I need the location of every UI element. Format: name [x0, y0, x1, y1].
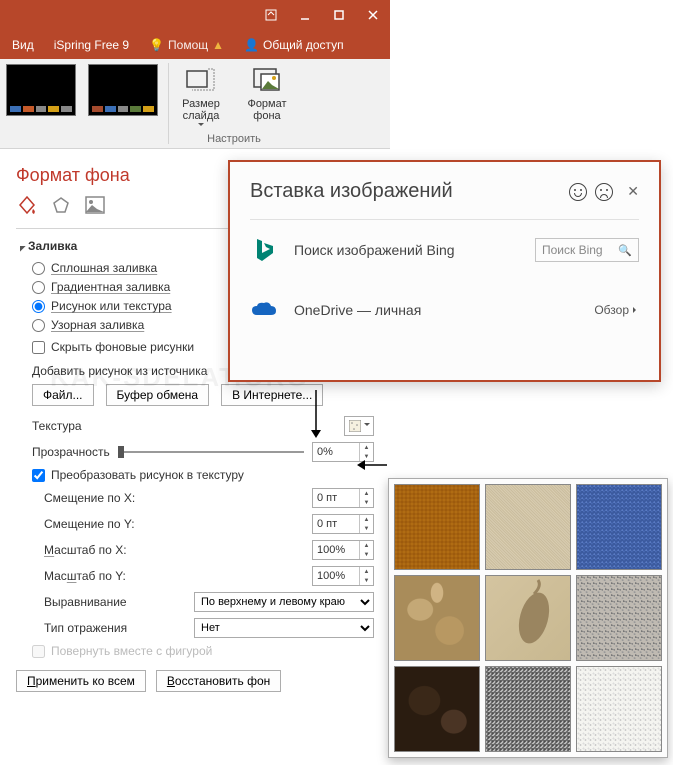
- chevron-down-icon: [198, 123, 204, 129]
- bing-label[interactable]: Поиск изображений Bing: [294, 242, 535, 258]
- tab-ispring[interactable]: iSpring Free 9: [54, 38, 129, 52]
- minimize-icon[interactable]: [288, 0, 322, 30]
- apply-all-button[interactable]: Применить ко всем: [16, 670, 146, 692]
- ribbon-group-customize: Размер слайда Формат фона Настроить: [173, 59, 295, 148]
- checkbox-rotate: Повернуть вместе с фигурой: [32, 644, 374, 658]
- scale-x-label: Масштаб по X:: [44, 543, 312, 557]
- smile-icon[interactable]: [569, 183, 587, 201]
- theme-thumb-2[interactable]: [82, 59, 164, 148]
- ribbon-group-label: Настроить: [207, 133, 261, 147]
- sad-icon[interactable]: [595, 183, 613, 201]
- texture-picker-button[interactable]: [344, 416, 374, 436]
- ribbon-toggle-icon[interactable]: [254, 0, 288, 30]
- chevron-down-icon: [364, 423, 370, 429]
- bing-search-input[interactable]: Поиск Bing🔍: [535, 238, 639, 262]
- bing-row: Поиск изображений Bing Поиск Bing🔍: [250, 220, 639, 280]
- caret-icon: [14, 240, 25, 251]
- texture-label: Текстура: [32, 419, 344, 433]
- texture-swatch[interactable]: [576, 484, 662, 570]
- insert-pictures-dialog: Вставка изображений ✕ Поиск изображений …: [228, 160, 661, 382]
- texture-icon: [349, 420, 361, 432]
- checkbox-tile[interactable]: Преобразовать рисунок в текстуру: [32, 468, 374, 482]
- bg-format-button[interactable]: Формат фона: [239, 64, 295, 129]
- onedrive-label[interactable]: OneDrive — личная: [294, 302, 594, 318]
- theme-thumb-1[interactable]: [0, 59, 82, 148]
- transparency-label: Прозрачность: [32, 445, 110, 459]
- mirror-select[interactable]: Нет: [194, 618, 374, 638]
- align-label: Выравнивание: [44, 595, 194, 609]
- ribbon-separator: [168, 63, 169, 144]
- offset-x-input[interactable]: 0 пт▲▼: [312, 488, 374, 508]
- title-bar: [0, 0, 390, 30]
- offset-x-label: Смещение по X:: [44, 491, 312, 505]
- chevron-right-icon: [633, 307, 639, 313]
- scale-x-input[interactable]: 100%▲▼: [312, 540, 374, 560]
- texture-swatch[interactable]: [394, 575, 480, 661]
- onedrive-icon: [250, 296, 278, 324]
- onedrive-row: OneDrive — личная Обзор: [250, 280, 639, 340]
- texture-swatch[interactable]: [576, 575, 662, 661]
- texture-swatch[interactable]: [485, 575, 571, 661]
- scale-y-input[interactable]: 100%▲▼: [312, 566, 374, 586]
- tab-bar: Вид iSpring Free 9 💡 Помощ ▲ 👤 Общий дос…: [0, 30, 390, 59]
- texture-swatch[interactable]: [394, 666, 480, 752]
- texture-swatch[interactable]: [394, 484, 480, 570]
- ribbon: Размер слайда Формат фона Настроить: [0, 59, 390, 149]
- tab-view[interactable]: Вид: [12, 38, 34, 52]
- reset-bg-button[interactable]: Восстановить фон: [156, 670, 281, 692]
- texture-palette: [388, 478, 668, 758]
- warning-icon: ▲: [212, 38, 224, 52]
- annotation-arrow-down: [306, 390, 326, 440]
- bing-icon: [250, 236, 278, 264]
- texture-swatch[interactable]: [485, 484, 571, 570]
- texture-swatch[interactable]: [576, 666, 662, 752]
- bulb-icon: 💡: [149, 38, 164, 52]
- mirror-label: Тип отражения: [44, 621, 194, 635]
- close-icon[interactable]: [356, 0, 390, 30]
- annotation-arrow-left: [357, 458, 387, 472]
- fill-tab-icon[interactable]: [16, 194, 38, 216]
- search-icon: 🔍: [618, 244, 632, 257]
- scale-y-label: Масштаб по Y:: [44, 569, 312, 583]
- file-button[interactable]: Файл...: [32, 384, 94, 406]
- offset-y-input[interactable]: 0 пт▲▼: [312, 514, 374, 534]
- dialog-close-icon[interactable]: ✕: [627, 183, 639, 200]
- maximize-icon[interactable]: [322, 0, 356, 30]
- picture-tab-icon[interactable]: [84, 194, 106, 216]
- effects-tab-icon[interactable]: [50, 194, 72, 216]
- offset-y-label: Смещение по Y:: [44, 517, 312, 531]
- share-icon: 👤: [244, 38, 259, 52]
- browse-link[interactable]: Обзор: [594, 303, 639, 317]
- transparency-slider[interactable]: [118, 451, 304, 453]
- tab-share[interactable]: 👤 Общий доступ: [244, 38, 344, 52]
- dialog-title: Вставка изображений: [250, 180, 561, 203]
- slide-size-icon: [185, 64, 217, 96]
- clipboard-button[interactable]: Буфер обмена: [106, 384, 210, 406]
- tab-help[interactable]: 💡 Помощ ▲: [149, 38, 224, 52]
- align-select[interactable]: По верхнему и левому краю: [194, 592, 374, 612]
- bg-format-icon: [251, 64, 283, 96]
- texture-swatch[interactable]: [485, 666, 571, 752]
- slide-size-button[interactable]: Размер слайда: [173, 64, 229, 129]
